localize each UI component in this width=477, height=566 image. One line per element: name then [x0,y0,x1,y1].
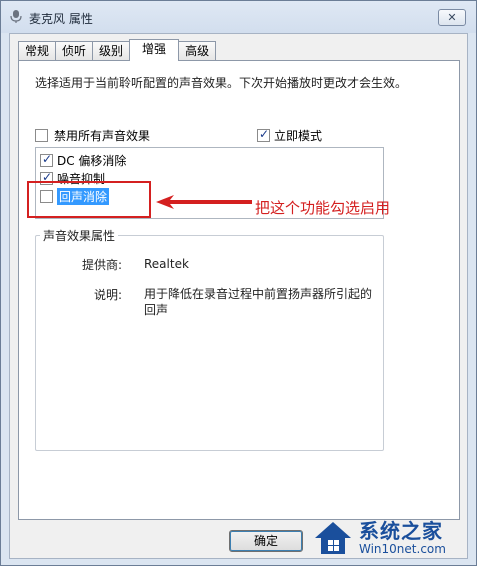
description-value: 用于降低在录音过程中前置扬声器所引起的回声 [144,287,373,317]
immediate-mode-label: 立即模式 [274,129,323,143]
tab-advanced[interactable]: 高级 [178,41,217,61]
tab-levels[interactable]: 级别 [92,41,131,61]
disable-all-effects-checkbox[interactable]: 禁用所有声音效果 [35,127,150,144]
properties-window: 麦克风 属性 ✕ 常规 侦听 级别 增强 高级 选择适用于当前聆听配置的声音效果… [0,0,477,566]
watermark-title: 系统之家 [359,519,443,543]
pointer-arrow-icon [156,195,252,209]
tab-listen[interactable]: 侦听 [55,41,94,61]
group-title: 声音效果属性 [40,227,119,244]
tab-enhancements[interactable]: 增强 [129,39,180,61]
house-logo-icon [315,522,351,554]
provider-label: 提供商: [82,258,123,272]
enhancements-panel: 选择适用于当前聆听配置的声音效果。下次开始播放时更改才会生效。 禁用所有声音效果… [18,60,460,520]
tab-strip: 常规 侦听 级别 增强 高级 [18,39,217,61]
ok-button[interactable]: 确定 [229,530,303,552]
window-title: 麦克风 属性 [29,12,93,26]
immediate-mode-checkbox-box[interactable] [257,127,270,142]
highlight-box [27,181,151,218]
description-label: 说明: [94,288,123,302]
watermark-logo: 系统之家 Win10net.com [313,513,473,563]
client-area: 常规 侦听 级别 增强 高级 选择适用于当前聆听配置的声音效果。下次开始播放时更… [9,33,468,559]
effect-checkbox[interactable] [40,152,53,167]
effect-item-dc-offset[interactable]: DC 偏移消除 [40,152,126,168]
watermark-url: Win10net.com [359,542,446,556]
annotation-text: 把这个功能勾选启用 [255,199,391,217]
title-bar[interactable]: 麦克风 属性 ✕ [1,1,476,33]
effect-label: DC 偏移消除 [57,153,127,168]
microphone-icon [10,10,22,23]
provider-value: Realtek [144,257,189,271]
disable-all-label: 禁用所有声音效果 [54,129,151,143]
close-icon: ✕ [447,11,457,24]
tab-general[interactable]: 常规 [18,41,57,61]
disable-all-checkbox-box[interactable] [35,129,48,142]
immediate-mode-checkbox[interactable]: 立即模式 [257,127,322,144]
close-button[interactable]: ✕ [438,9,466,26]
enhancements-description: 选择适用于当前聆听配置的声音效果。下次开始播放时更改才会生效。 [35,76,408,90]
effect-properties-group: 声音效果属性 提供商: Realtek 说明: 用于降低在录音过程中前置扬声器所… [35,227,384,451]
